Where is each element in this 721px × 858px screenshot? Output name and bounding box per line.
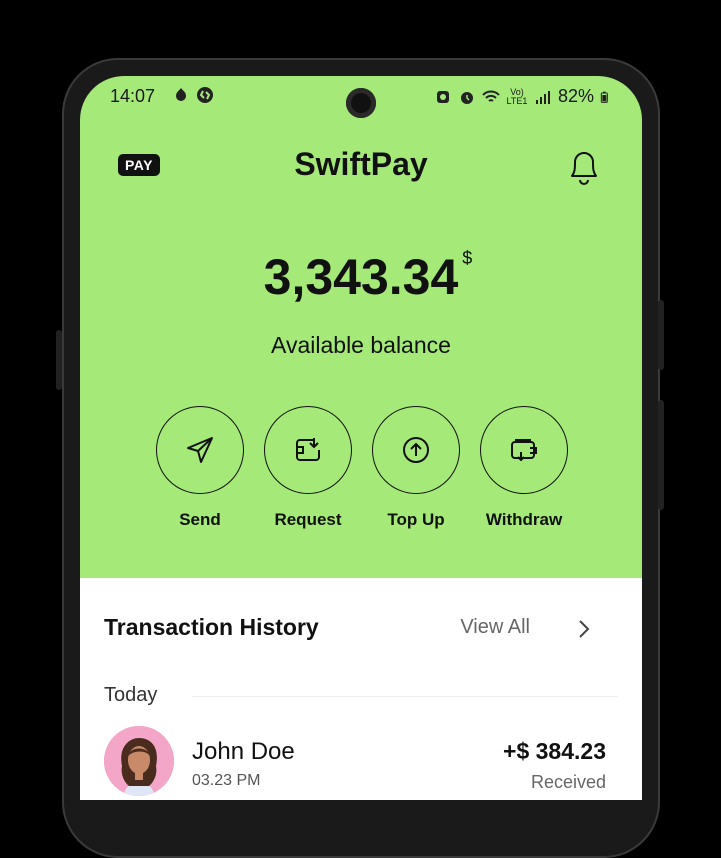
transaction-time: 03.23 PM: [192, 772, 261, 789]
top-up-button-circle[interactable]: [372, 406, 460, 494]
alarm-icon: [436, 90, 449, 103]
notification-icon: [176, 88, 186, 101]
signal-icon: [535, 90, 550, 104]
status-left-icons: [172, 86, 214, 104]
status-time: 14:07: [110, 86, 156, 106]
alarm-clock-icon: [460, 91, 473, 104]
send-icon: [187, 437, 213, 463]
transaction-status: Received: [530, 772, 606, 792]
chevron-right-icon[interactable]: [576, 618, 592, 640]
phone-volume-button: [658, 400, 664, 510]
send-button-circle[interactable]: [156, 406, 244, 494]
quick-actions: Send Request Top Up Withdraw: [150, 406, 574, 530]
balance-label: Available balance: [271, 332, 451, 358]
balance-value: 3,343.34: [263, 249, 459, 305]
request-button[interactable]: Request: [258, 406, 358, 530]
phone-power-button: [658, 300, 664, 370]
withdraw-label: Withdraw: [485, 510, 563, 529]
transaction-name: John Doe: [192, 738, 295, 765]
balance: 3,343.34 $: [80, 248, 642, 306]
phone-side-button: [56, 330, 62, 390]
app-title: SwiftPay: [294, 146, 428, 182]
top-up-button[interactable]: Top Up: [366, 406, 466, 530]
request-icon: [296, 438, 320, 461]
wifi-icon: [482, 90, 500, 102]
avatar: [104, 726, 174, 796]
withdraw-button-circle[interactable]: [480, 406, 568, 494]
section-today: Today: [104, 684, 158, 706]
transaction-amount: +$ 384.23: [503, 738, 606, 764]
balance-amount: 3,343.34 $: [263, 248, 473, 306]
top-up-icon: [403, 437, 429, 463]
balance-currency: $: [462, 248, 473, 268]
battery-percent: 82%: [557, 86, 594, 106]
view-all-link[interactable]: View All: [460, 616, 530, 639]
transaction-row[interactable]: John Doe 03.23 PM +$ 384.23 Received: [104, 726, 606, 800]
transaction-history-title: Transaction History: [104, 614, 319, 640]
send-button[interactable]: Send: [150, 406, 250, 530]
send-label: Send: [179, 510, 221, 529]
top-up-label: Top Up: [387, 510, 445, 529]
withdraw-button[interactable]: Withdraw: [474, 406, 574, 530]
withdraw-icon: [511, 439, 537, 462]
avatar-illustration: [104, 726, 174, 796]
volte-label: Vo) LTE1: [506, 86, 528, 106]
bell-icon[interactable]: [564, 144, 604, 188]
front-camera: [346, 88, 376, 118]
request-label: Request: [274, 510, 342, 529]
transaction-sheet: Transaction History View All Today John …: [80, 578, 642, 800]
app-screen: 14:07 Vo) LTE1 82% PAY SwiftPay 3,343.34…: [80, 76, 642, 800]
shazam-icon: [197, 87, 213, 103]
status-right-icons: Vo) LTE1 82%: [434, 86, 612, 107]
divider: [192, 696, 618, 697]
status-bar: 14:07 Vo) LTE1 82%: [80, 76, 642, 118]
app-header: PAY SwiftPay: [80, 138, 642, 198]
request-button-circle[interactable]: [264, 406, 352, 494]
battery-icon: [600, 91, 608, 103]
